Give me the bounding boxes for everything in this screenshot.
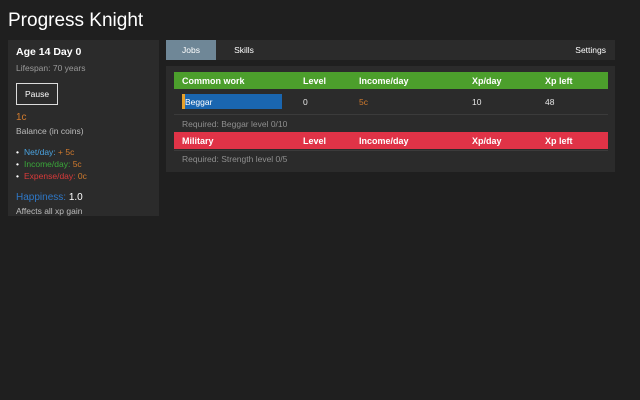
- tab-bar: Jobs Skills Settings: [166, 40, 615, 60]
- column-level: Level: [303, 135, 327, 146]
- row-divider: [174, 150, 608, 151]
- expense-per-day-label: Expense/day:: [24, 171, 76, 181]
- tab-jobs[interactable]: Jobs: [166, 40, 216, 60]
- row-divider: [174, 114, 608, 115]
- group-name: Military: [182, 135, 214, 146]
- job-income: 5c: [359, 97, 368, 107]
- table-row-beggar: Beggar 0 5c 10 48: [174, 92, 608, 112]
- expense-per-day-value: 0c: [77, 171, 87, 181]
- tab-settings[interactable]: Settings: [575, 40, 615, 60]
- column-xp-day: Xp/day: [472, 75, 502, 86]
- column-income: Income/day: [359, 75, 409, 86]
- happiness-note: Affects all xp gain: [16, 206, 83, 216]
- happiness-label: Happiness:: [16, 192, 67, 203]
- happiness-value: 1.0: [68, 192, 83, 203]
- net-per-day: Net/day: + 5c: [16, 146, 151, 158]
- column-income: Income/day: [359, 135, 409, 146]
- balance-value: 1c: [16, 112, 27, 123]
- lifespan-display: Lifespan: 70 years: [16, 63, 86, 73]
- job-progress-bar-beggar[interactable]: Beggar: [182, 94, 282, 109]
- job-level: 0: [303, 97, 308, 107]
- income-per-day-value: 5c: [72, 159, 82, 169]
- app-title: Progress Knight: [8, 10, 144, 31]
- group-header-military: Military Level Income/day Xp/day Xp left: [174, 132, 608, 149]
- required-common-work: Required: Beggar level 0/10: [182, 119, 288, 129]
- balance-label: Balance (in coins): [16, 126, 84, 136]
- job-name: Beggar: [185, 97, 213, 107]
- required-military: Required: Strength level 0/5: [182, 154, 288, 164]
- happiness-display: Happiness: 1.0: [16, 192, 151, 203]
- status-sidebar: Age 14 Day 0 Lifespan: 70 years Pause 1c…: [8, 40, 159, 216]
- income-per-day: Income/day: 5c: [16, 158, 151, 170]
- net-per-day-value: + 5c: [58, 147, 75, 157]
- money-list: Net/day: + 5c Income/day: 5c Expense/day…: [16, 146, 151, 182]
- group-name: Common work: [182, 75, 245, 86]
- expense-per-day: Expense/day: 0c: [16, 170, 151, 182]
- income-per-day-label: Income/day:: [24, 159, 71, 169]
- group-header-common-work: Common work Level Income/day Xp/day Xp l…: [174, 72, 608, 89]
- column-xp-left: Xp left: [545, 75, 573, 86]
- job-xp-left: 48: [545, 97, 555, 107]
- pause-button[interactable]: Pause: [16, 83, 59, 105]
- tab-skills[interactable]: Skills: [216, 40, 272, 60]
- jobs-panel: Common work Level Income/day Xp/day Xp l…: [166, 66, 615, 172]
- column-xp-left: Xp left: [545, 135, 573, 146]
- job-xp-day: 10: [472, 97, 482, 107]
- net-per-day-label: Net/day:: [24, 147, 56, 157]
- column-xp-day: Xp/day: [472, 135, 502, 146]
- age-display: Age 14 Day 0: [16, 46, 82, 58]
- column-level: Level: [303, 75, 327, 86]
